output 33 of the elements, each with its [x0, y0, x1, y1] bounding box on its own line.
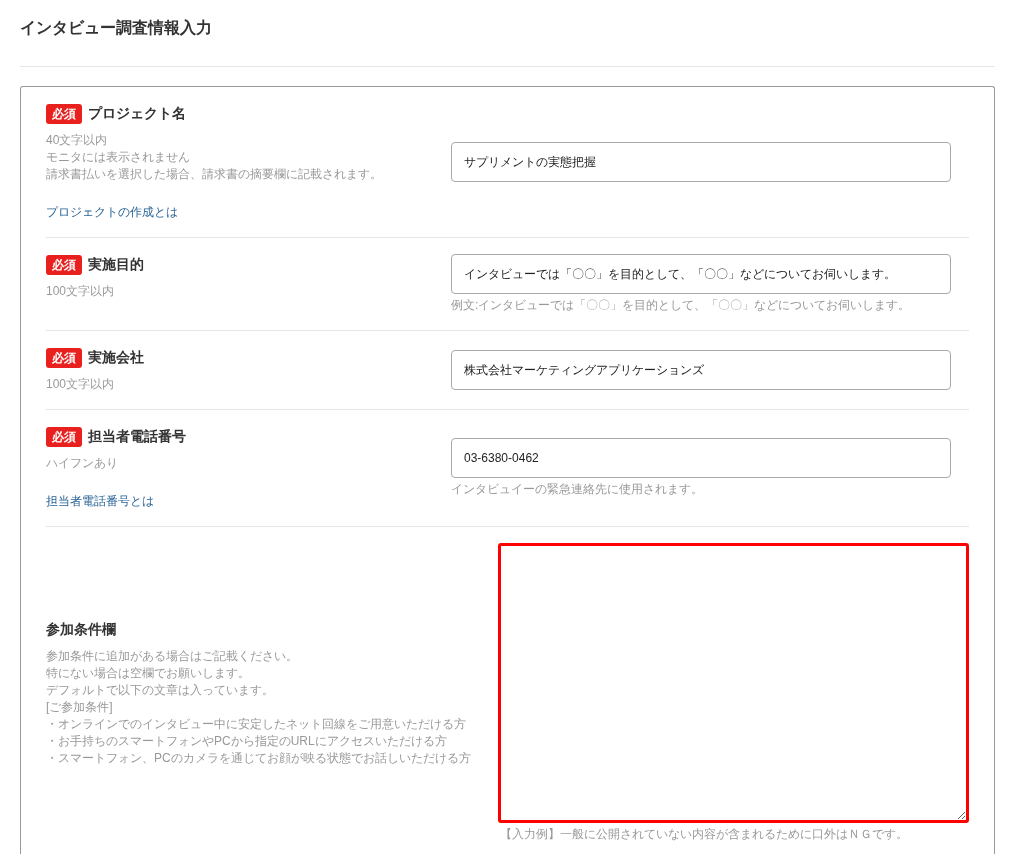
- help-link[interactable]: プロジェクトの作成とは: [46, 203, 178, 221]
- required-badge: 必須: [46, 426, 82, 447]
- field-note: 100文字以内: [46, 376, 116, 393]
- field-note: 100文字以内: [46, 283, 116, 300]
- text-input[interactable]: 株式会社マーケティングアプリケーションズ: [451, 350, 951, 390]
- field-hint: インタビュイーの緊急連絡先に使用されます。: [451, 481, 704, 498]
- text-input[interactable]: 03-6380-0462: [451, 438, 951, 478]
- field-note: 特にない場合は空欄でお願いします。: [46, 665, 251, 682]
- text-input[interactable]: インタビューでは「〇〇」を目的として、「〇〇」などについてお伺いします。: [451, 254, 951, 294]
- field-note: ・オンラインでのインタビュー中に安定したネット回線をご用意いただける方: [46, 716, 467, 733]
- help-link[interactable]: 担当者電話番号とは: [46, 492, 154, 510]
- field-label: 参加条件欄: [46, 620, 116, 639]
- field-note: デフォルトで以下の文章は入っています。: [46, 682, 275, 699]
- required-badge: 必須: [46, 103, 82, 124]
- field-note: 40文字以内: [46, 132, 109, 149]
- field-note: [ご参加条件]: [46, 699, 114, 716]
- field-label: 担当者電話番号: [88, 427, 186, 446]
- field-note: ・スマートフォン、PCのカメラを通じてお顔が映る状態でお話しいただける方: [46, 750, 472, 767]
- field-label: 実施目的: [88, 255, 144, 274]
- required-badge: 必須: [46, 254, 82, 275]
- field-note: 参加条件に追加がある場合はご記載ください。: [46, 648, 299, 665]
- field-note: ハイフンあり: [46, 455, 119, 472]
- required-badge: 必須: [46, 347, 82, 368]
- field-note: モニタには表示されません: [46, 149, 191, 166]
- field-hint: 例文:インタビューでは「〇〇」を目的として、「〇〇」などについてお伺いします。: [451, 297, 912, 314]
- conditions-textarea[interactable]: [498, 543, 969, 823]
- field-note: 請求書払いを選択した場合、請求書の摘要欄に記載されます。: [46, 166, 383, 183]
- page-title: インタビュー調査情報入力: [20, 18, 213, 38]
- field-label: プロジェクト名: [88, 104, 186, 123]
- field-hint: 【入力例】一般に公開されていない内容が含まれるために口外はＮＧです。: [500, 826, 909, 843]
- field-note: ・お手持ちのスマートフォンやPCから指定のURLにアクセスいただける方: [46, 733, 448, 750]
- field-label: 実施会社: [88, 348, 144, 367]
- text-input[interactable]: サプリメントの実態把握: [451, 142, 951, 182]
